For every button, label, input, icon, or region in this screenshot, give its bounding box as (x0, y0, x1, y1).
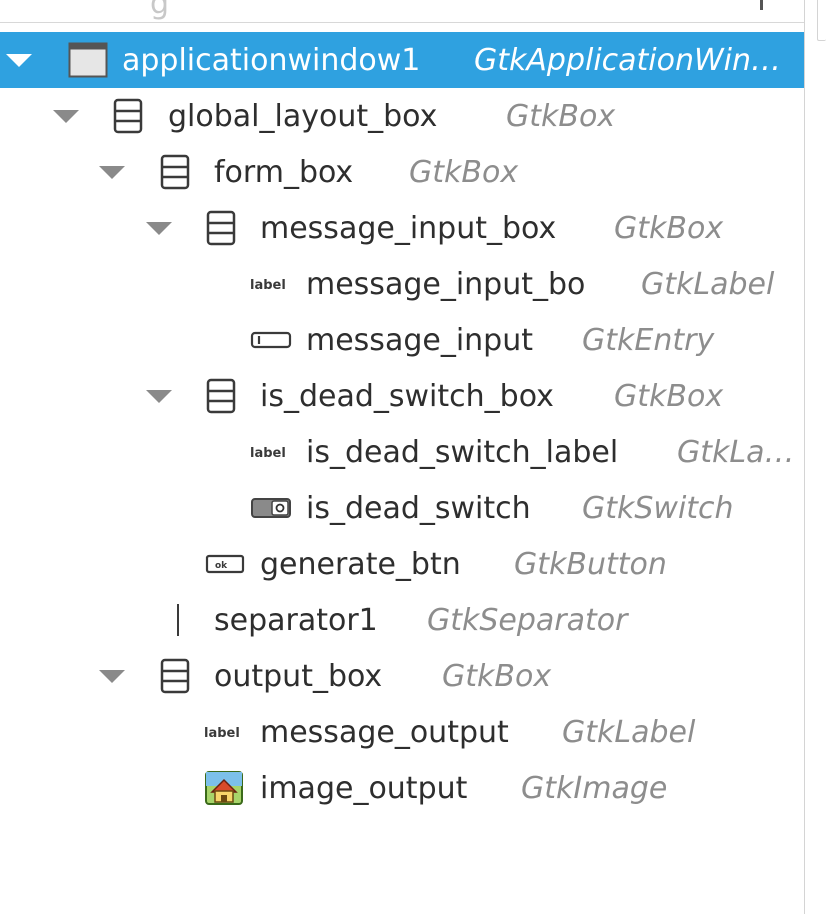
svg-text:label: label (250, 278, 286, 293)
object-type: GtkImage (521, 771, 668, 806)
box-icon (160, 658, 196, 694)
object-name: is_dead_switch (306, 491, 531, 526)
search-caret (760, 0, 763, 10)
object-name: image_output (260, 771, 468, 806)
tree-row[interactable]: applicationwindow1 GtkApplicationWin… (0, 32, 804, 88)
svg-text:label: label (250, 446, 286, 461)
object-type: GtkLabel (562, 715, 696, 750)
tree-row[interactable]: separator1 GtkSeparator (0, 592, 804, 648)
scrollbar-thumb[interactable] (817, 0, 826, 41)
object-type: GtkBox (614, 211, 724, 246)
expander-arrow-icon[interactable] (53, 110, 79, 123)
box-icon (113, 98, 149, 134)
expander-arrow-icon[interactable] (99, 670, 125, 683)
expander-arrow-icon[interactable] (99, 166, 125, 179)
label-icon: label (250, 434, 286, 470)
tree-row[interactable]: message_input_box GtkBox (0, 200, 804, 256)
tree-row[interactable]: is_dead_switch GtkSwitch (0, 480, 804, 536)
separator-icon (160, 602, 196, 638)
expander-arrow-icon[interactable] (146, 390, 172, 403)
object-name: message_input_bo (306, 267, 586, 302)
object-type: GtkBox (442, 659, 552, 694)
button-icon: ok (204, 546, 245, 582)
search-field[interactable]: g (0, 0, 804, 23)
tree-row[interactable]: form_box GtkBox (0, 144, 804, 200)
object-type: GtkSwitch (582, 491, 734, 526)
object-name: separator1 (214, 603, 378, 638)
switch-icon (250, 490, 291, 526)
tree-row[interactable]: message_input GtkEntry (0, 312, 804, 368)
scrollbar[interactable] (804, 0, 827, 914)
object-name: is_dead_switch_box (260, 379, 554, 414)
object-type: GtkApplicationWin… (474, 43, 782, 78)
label-icon: label (250, 266, 286, 302)
tree-row[interactable]: output_box GtkBox (0, 648, 804, 704)
object-type: GtkBox (409, 155, 519, 190)
tree-row[interactable]: image_output GtkImage (0, 760, 804, 816)
object-tree: applicationwindow1 GtkApplicationWin… glo… (0, 32, 804, 816)
tree-row[interactable]: label message_output GtkLabel (0, 704, 804, 760)
tree-row[interactable]: global_layout_box GtkBox (0, 88, 804, 144)
box-icon (206, 378, 242, 414)
tree-row[interactable]: is_dead_switch_box GtkBox (0, 368, 804, 424)
object-type: GtkLabel (641, 267, 775, 302)
svg-text:label: label (204, 726, 240, 741)
search-placeholder: g (150, 0, 170, 21)
object-tree-panel: g applicationwindow1 GtkApplicationWin… g… (0, 0, 827, 914)
object-name: message_input_box (260, 211, 557, 246)
object-name: form_box (214, 155, 354, 190)
tree-row[interactable]: label is_dead_switch_label GtkLa… (0, 424, 804, 480)
object-name: applicationwindow1 (122, 43, 421, 78)
object-type: GtkSeparator (427, 603, 628, 638)
object-name: is_dead_switch_label (306, 435, 619, 470)
expander-arrow-icon[interactable] (146, 222, 172, 235)
object-name: message_output (260, 715, 509, 750)
object-name: message_input (306, 323, 533, 358)
box-icon (160, 154, 196, 190)
image-icon (204, 770, 243, 806)
window-icon (68, 42, 108, 78)
object-name: generate_btn (260, 547, 461, 582)
object-type: GtkBox (506, 99, 616, 134)
object-type: GtkBox (614, 379, 724, 414)
object-type: GtkLa… (677, 435, 795, 470)
expander-arrow-icon[interactable] (6, 54, 32, 67)
tree-row[interactable]: label message_input_bo GtkLabel (0, 256, 804, 312)
box-icon (206, 210, 242, 246)
object-name: output_box (214, 659, 383, 694)
tree-row[interactable]: ok generate_btn GtkButton (0, 536, 804, 592)
entry-icon (250, 322, 292, 358)
object-type: GtkEntry (582, 323, 715, 358)
object-type: GtkButton (514, 547, 667, 582)
object-name: global_layout_box (168, 99, 438, 134)
label-icon: label (204, 714, 240, 750)
svg-text:ok: ok (215, 561, 228, 571)
